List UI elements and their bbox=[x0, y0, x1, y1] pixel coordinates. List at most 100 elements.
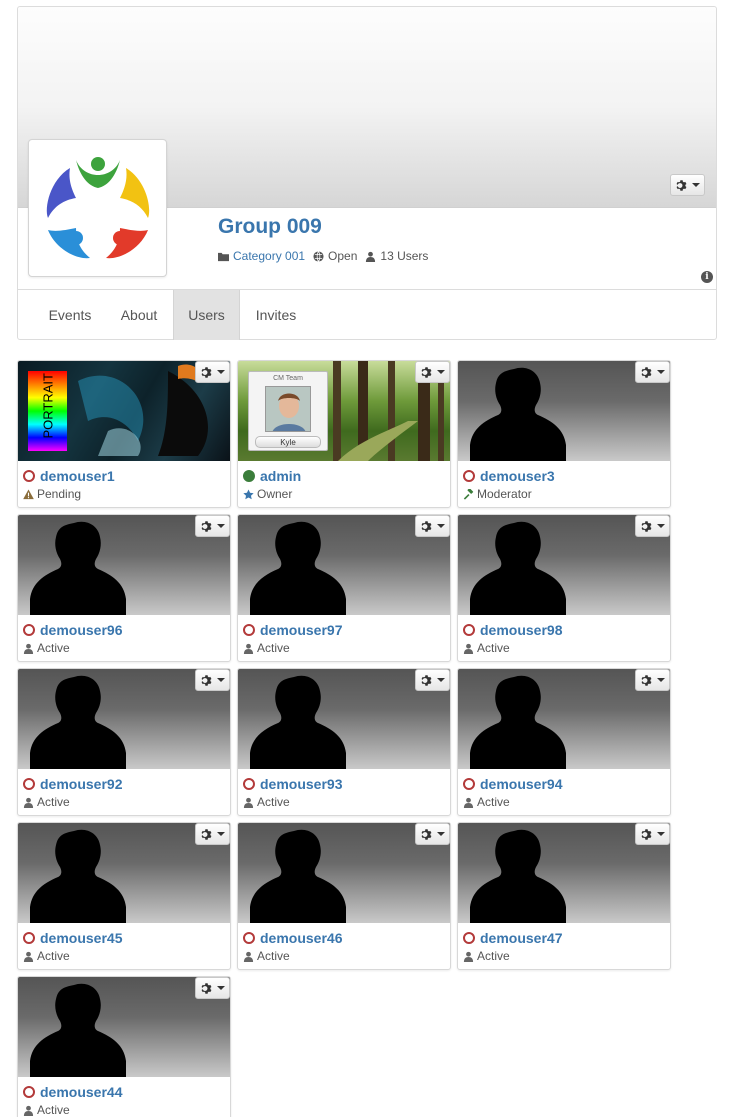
globe-icon bbox=[313, 250, 324, 262]
gear-icon bbox=[201, 982, 212, 994]
member-settings-button[interactable] bbox=[415, 823, 450, 845]
member-settings-button[interactable] bbox=[195, 515, 230, 537]
member-settings-button[interactable] bbox=[635, 823, 670, 845]
member-role: Active bbox=[37, 1103, 70, 1117]
warning-icon bbox=[23, 488, 34, 499]
member-settings-button[interactable] bbox=[635, 669, 670, 691]
chevron-down-icon bbox=[657, 678, 665, 682]
member-card: demouser3 Moderator bbox=[457, 360, 671, 508]
member-username[interactable]: demouser97 bbox=[260, 622, 342, 638]
status-indicator-icon bbox=[243, 470, 255, 482]
member-name-row: admin bbox=[243, 468, 301, 484]
member-username[interactable]: demouser44 bbox=[40, 1084, 122, 1100]
group-header-panel: Group 009 Category 001 Open 13 Users i E… bbox=[17, 6, 717, 340]
member-role-row: Active bbox=[243, 795, 290, 809]
member-card: demouser45 Active bbox=[17, 822, 231, 970]
member-card: demouser96 Active bbox=[17, 514, 231, 662]
user-icon bbox=[243, 643, 254, 654]
tab-invites[interactable]: Invites bbox=[244, 290, 308, 340]
tab-about[interactable]: About bbox=[108, 290, 170, 340]
member-settings-button[interactable] bbox=[195, 823, 230, 845]
user-icon bbox=[23, 951, 34, 962]
group-avatar bbox=[28, 139, 167, 277]
member-settings-button[interactable] bbox=[635, 515, 670, 537]
member-role-row: Active bbox=[23, 795, 70, 809]
gear-icon bbox=[201, 366, 212, 378]
member-settings-button[interactable] bbox=[415, 515, 450, 537]
member-username[interactable]: admin bbox=[260, 468, 301, 484]
chevron-down-icon bbox=[437, 678, 445, 682]
group-meta: Category 001 Open 13 Users bbox=[218, 249, 428, 263]
user-icon bbox=[23, 797, 34, 808]
member-name-row: demouser1 bbox=[23, 468, 115, 484]
gear-icon bbox=[201, 674, 212, 686]
member-role-row: Active bbox=[243, 949, 290, 963]
member-card: demouser92 Active bbox=[17, 668, 231, 816]
group-tabs: Events About Users Invites bbox=[18, 289, 716, 340]
member-settings-button[interactable] bbox=[195, 669, 230, 691]
badge-photo bbox=[265, 386, 311, 432]
member-username[interactable]: demouser94 bbox=[480, 776, 562, 792]
member-role-row: Active bbox=[23, 949, 70, 963]
member-role-row: Pending bbox=[23, 487, 81, 501]
member-username[interactable]: demouser45 bbox=[40, 930, 122, 946]
chevron-down-icon bbox=[217, 678, 225, 682]
status-indicator-icon bbox=[23, 624, 35, 636]
member-username[interactable]: demouser1 bbox=[40, 468, 115, 484]
member-card: demouser93 Active bbox=[237, 668, 451, 816]
status-indicator-icon bbox=[463, 932, 475, 944]
member-username[interactable]: demouser3 bbox=[480, 468, 555, 484]
member-role: Active bbox=[477, 641, 510, 655]
member-role: Owner bbox=[257, 487, 293, 501]
member-username[interactable]: demouser46 bbox=[260, 930, 342, 946]
member-role-row: Active bbox=[243, 641, 290, 655]
chevron-down-icon bbox=[217, 370, 225, 374]
member-name-row: demouser94 bbox=[463, 776, 562, 792]
group-category-link[interactable]: Category 001 bbox=[233, 249, 305, 263]
member-card: demouser47 Active bbox=[457, 822, 671, 970]
member-settings-button[interactable] bbox=[415, 669, 450, 691]
status-indicator-icon bbox=[463, 624, 475, 636]
member-username[interactable]: demouser96 bbox=[40, 622, 122, 638]
gear-icon bbox=[641, 366, 652, 378]
member-name-row: demouser47 bbox=[463, 930, 562, 946]
member-role: Active bbox=[37, 949, 70, 963]
chevron-down-icon bbox=[692, 183, 700, 187]
chevron-down-icon bbox=[437, 832, 445, 836]
member-card: demouser44 Active bbox=[17, 976, 231, 1117]
user-icon bbox=[23, 1105, 34, 1116]
member-settings-button[interactable] bbox=[415, 361, 450, 383]
member-name-row: demouser92 bbox=[23, 776, 122, 792]
chevron-down-icon bbox=[217, 524, 225, 528]
member-settings-button[interactable] bbox=[195, 977, 230, 999]
group-settings-button[interactable] bbox=[670, 174, 705, 196]
tab-users[interactable]: Users bbox=[173, 290, 240, 340]
member-name-row: demouser46 bbox=[243, 930, 342, 946]
gear-icon bbox=[421, 520, 432, 532]
chevron-down-icon bbox=[437, 524, 445, 528]
portrait-label: PORTRAIT bbox=[40, 373, 56, 439]
user-icon bbox=[23, 643, 34, 654]
member-username[interactable]: demouser98 bbox=[480, 622, 562, 638]
tab-events[interactable]: Events bbox=[36, 290, 104, 340]
group-title[interactable]: Group 009 bbox=[218, 215, 322, 239]
member-username[interactable]: demouser93 bbox=[260, 776, 342, 792]
member-settings-button[interactable] bbox=[195, 361, 230, 383]
status-indicator-icon bbox=[243, 624, 255, 636]
member-role: Active bbox=[37, 795, 70, 809]
chevron-down-icon bbox=[657, 524, 665, 528]
badge-name: Kyle bbox=[255, 436, 321, 448]
member-username[interactable]: demouser47 bbox=[480, 930, 562, 946]
member-role: Active bbox=[477, 949, 510, 963]
member-role-row: Owner bbox=[243, 487, 292, 501]
member-card: demouser46 Active bbox=[237, 822, 451, 970]
member-card: demouser98 Active bbox=[457, 514, 671, 662]
member-username[interactable]: demouser92 bbox=[40, 776, 122, 792]
user-icon bbox=[366, 251, 376, 262]
member-settings-button[interactable] bbox=[635, 361, 670, 383]
info-icon[interactable]: i bbox=[701, 271, 713, 283]
status-indicator-icon bbox=[23, 1086, 35, 1098]
member-name-row: demouser44 bbox=[23, 1084, 122, 1100]
member-name-row: demouser93 bbox=[243, 776, 342, 792]
member-role: Active bbox=[37, 641, 70, 655]
